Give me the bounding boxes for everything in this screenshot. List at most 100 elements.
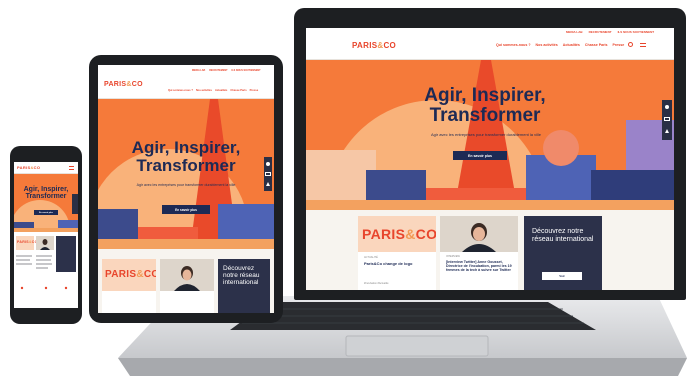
card-photo xyxy=(36,236,54,250)
card-logo-news[interactable]: PARIS&CO ACTUALITÉ Paris&Co change de lo… xyxy=(358,216,436,290)
logo-text-co: CO xyxy=(131,81,143,88)
phone-header: PARIS&CO xyxy=(14,162,78,174)
card-logo-amp: & xyxy=(136,269,144,280)
ground-shape xyxy=(98,239,274,249)
tablet-hero-subtitle: Agir avec les entreprises pour transform… xyxy=(136,183,236,187)
laptop-header: PARIS&CO MEDIA LAB RECRUTEMENT ILS NOUS … xyxy=(306,28,674,60)
tablet-cards-section: PARIS&CO Découvrez notre réseau internat… xyxy=(98,249,274,313)
search-icon[interactable] xyxy=(628,42,633,47)
card-title[interactable]: Paris&Co change de logo xyxy=(364,261,414,267)
menu-icon[interactable] xyxy=(69,166,74,170)
laptop-cards-section: PARIS&CO ACTUALITÉ Paris&Co change de lo… xyxy=(306,210,674,290)
top-link-media-lab[interactable]: MEDIA LAB xyxy=(192,69,205,72)
tablet-side-toolbar xyxy=(264,157,272,191)
card-network-button[interactable]: Voir xyxy=(542,272,582,280)
nav-chasse-paris[interactable]: Chasse Paris xyxy=(585,43,608,47)
phone-side-toolbar xyxy=(72,194,78,214)
phone-hero-button[interactable]: En savoir plus xyxy=(34,210,58,215)
laptop-hero-button[interactable]: En savoir plus xyxy=(453,151,507,160)
card-logo-part1: PARIS xyxy=(17,240,29,244)
tablet-hero: Agir, Inspirer, Transformer Agir avec le… xyxy=(98,99,274,249)
card-tags: #incubation #Actualité xyxy=(364,282,389,285)
card-image: PARIS&CO xyxy=(102,259,156,291)
laptop-side-toolbar xyxy=(662,100,672,140)
nav-presse[interactable]: Presse xyxy=(612,43,624,47)
arrow-up-icon[interactable] xyxy=(266,182,270,186)
text-lines-placeholder xyxy=(16,255,68,290)
card-title[interactable]: [Interview Twitter] Anne Gousset, Direct… xyxy=(446,260,514,272)
card-logo-news[interactable]: PARIS&CO xyxy=(102,259,156,313)
card-image: PARIS&CO xyxy=(358,216,436,252)
tablet-hero-title: Agir, Inspirer, Transformer xyxy=(131,138,241,175)
nav-nos-activites[interactable]: Nos activités xyxy=(196,89,212,92)
card-logo-part2: CO xyxy=(143,269,156,280)
tablet-logo[interactable]: PARIS&CO xyxy=(104,81,143,88)
tablet-screen: PARIS&CO MEDIA LAB RECRUTEMENT ILS NOUS … xyxy=(98,65,274,313)
laptop-hero-subtitle: Agir avec les entreprises pour transform… xyxy=(430,132,542,137)
card-network-title: Découvrez notre réseau international xyxy=(532,228,594,243)
nav-actualites[interactable]: Actualités xyxy=(215,89,227,92)
arrow-up-icon[interactable] xyxy=(665,129,669,133)
dome-shape xyxy=(543,130,579,166)
top-link-soutiens[interactable]: ILS NOUS SOUTIENNENT xyxy=(618,30,655,34)
logo-text-co: CO xyxy=(383,41,397,50)
card-network-title: Découvrez notre réseau international xyxy=(223,265,260,287)
logo-text-paris: PARIS xyxy=(17,165,31,170)
card-logo-amp: & xyxy=(405,226,416,242)
top-link-recrutement[interactable]: RECRUTEMENT xyxy=(589,30,612,34)
portrait-illustration xyxy=(36,236,54,250)
top-link-media-lab[interactable]: MEDIA LAB xyxy=(566,30,583,34)
laptop-hero: Agir, Inspirer, Transformer Agir avec le… xyxy=(306,60,674,210)
nav-presse[interactable]: Presse xyxy=(250,89,259,92)
laptop-main-nav: Qui sommes-nous ? Nos activités Actualit… xyxy=(496,43,624,47)
logo-text-paris: PARIS xyxy=(352,41,378,50)
card-photo xyxy=(160,259,214,291)
laptop-screen: PARIS&CO MEDIA LAB RECRUTEMENT ILS NOUS … xyxy=(306,28,674,290)
top-link-recrutement[interactable]: RECRUTEMENT xyxy=(209,69,227,72)
tablet: PARIS&CO MEDIA LAB RECRUTEMENT ILS NOUS … xyxy=(89,55,283,323)
mail-icon[interactable] xyxy=(265,172,271,176)
card-logo: PARIS&CO xyxy=(17,240,38,244)
phone-content: PARIS&CO xyxy=(14,232,78,308)
share-icon[interactable] xyxy=(266,162,270,166)
card-network[interactable]: Découvrez notre réseau international Voi… xyxy=(524,216,602,290)
card-photo xyxy=(440,216,518,252)
nav-nos-activites[interactable]: Nos activités xyxy=(536,43,558,47)
top-link-soutiens[interactable]: ILS NOUS SOUTIENNENT xyxy=(232,69,261,72)
tablet-main-nav: Qui sommes-nous ? Nos activités Actualit… xyxy=(168,89,258,92)
card-logo-part2: CO xyxy=(415,226,436,242)
laptop-logo[interactable]: PARIS&CO xyxy=(352,41,396,50)
logo-text-co: CO xyxy=(33,165,41,170)
phone-hero: Agir, Inspirer, Transformer En savoir pl… xyxy=(14,174,78,232)
mail-icon[interactable] xyxy=(664,117,670,121)
tablet-top-links: MEDIA LAB RECRUTEMENT ILS NOUS SOUTIENNE… xyxy=(192,69,261,72)
card-logo: PARIS&CO xyxy=(105,269,156,280)
hero-illustration xyxy=(14,200,78,232)
phone-screen: PARIS&CO Agir, Inspirer, Transformer En … xyxy=(14,162,78,308)
card-logo: PARIS&CO xyxy=(362,226,436,242)
devices-mockup: PARIS&CO MEDIA LAB RECRUTEMENT ILS NOUS … xyxy=(0,0,687,385)
card-interview[interactable]: INTERVIEW [Interview Twitter] Anne Gouss… xyxy=(440,216,518,290)
share-icon[interactable] xyxy=(665,105,669,109)
ground-shape xyxy=(306,200,674,210)
phone: PARIS&CO Agir, Inspirer, Transformer En … xyxy=(10,146,82,324)
card-category: ACTUALITÉ xyxy=(364,256,378,259)
card-network[interactable]: Découvrez notre réseau international xyxy=(218,259,270,313)
tablet-header: PARIS&CO MEDIA LAB RECRUTEMENT ILS NOUS … xyxy=(98,65,274,99)
card-image: PARIS&CO xyxy=(16,236,37,250)
nav-chasse-paris[interactable]: Chasse Paris xyxy=(230,89,246,92)
nav-qui-sommes-nous[interactable]: Qui sommes-nous ? xyxy=(496,43,531,47)
menu-icon[interactable] xyxy=(640,43,646,47)
card-category: INTERVIEW xyxy=(446,255,460,258)
tablet-hero-button[interactable]: En savoir plus xyxy=(162,205,210,214)
card-interview[interactable] xyxy=(160,259,214,313)
laptop-deck-edge xyxy=(118,358,687,376)
trackpad[interactable] xyxy=(345,335,489,357)
card-logo-part1: PARIS xyxy=(362,226,406,242)
nav-qui-sommes-nous[interactable]: Qui sommes-nous ? xyxy=(168,89,193,92)
laptop-lid: PARIS&CO MEDIA LAB RECRUTEMENT ILS NOUS … xyxy=(294,8,686,300)
phone-logo[interactable]: PARIS&CO xyxy=(17,165,40,170)
laptop-hero-title: Agir, Inspirer, Transformer xyxy=(424,85,546,126)
nav-actualites[interactable]: Actualités xyxy=(563,43,580,47)
portrait-illustration xyxy=(440,216,518,252)
